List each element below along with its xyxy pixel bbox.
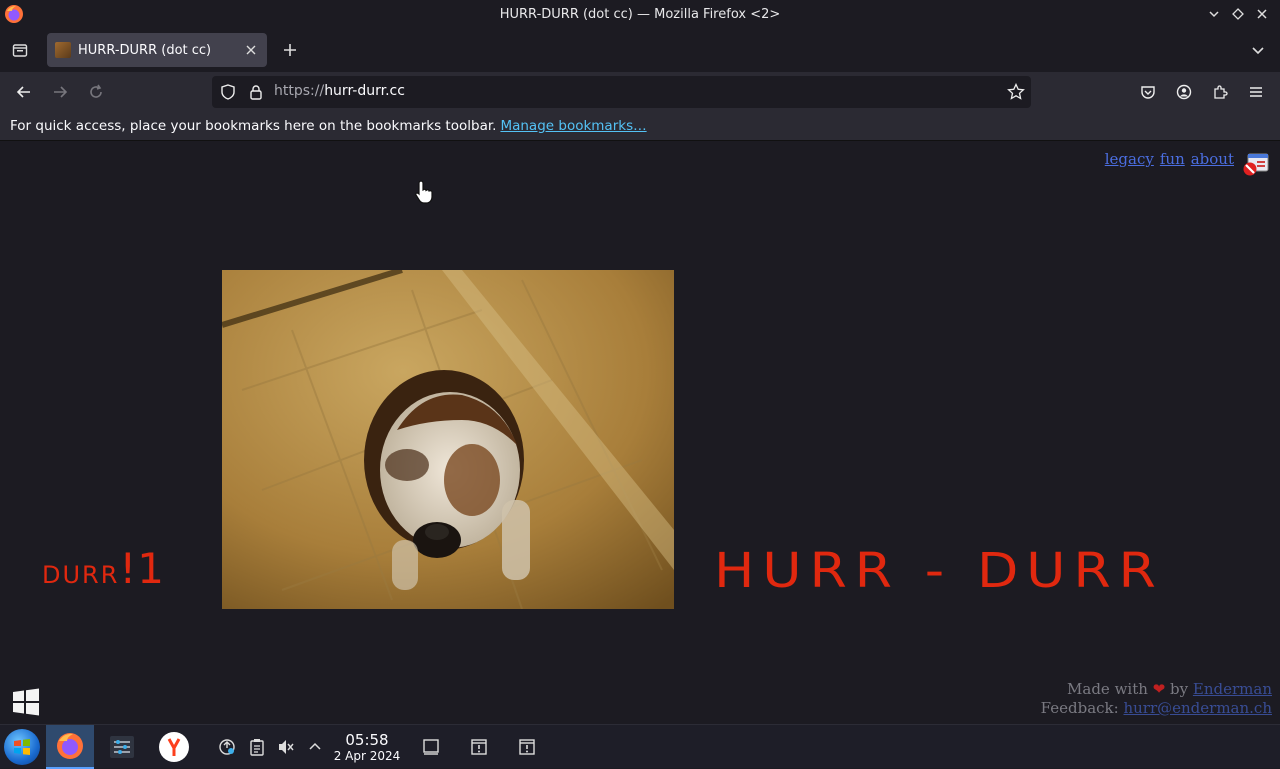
windows-logo-icon [13, 688, 39, 716]
heart-icon: ❤ [1152, 680, 1166, 698]
taskbar-yandex-browser[interactable] [150, 725, 198, 769]
manage-bookmarks-link[interactable]: Manage bookmarks… [500, 118, 646, 134]
maximize-button[interactable] [1228, 4, 1248, 24]
by-text: by [1170, 680, 1189, 698]
page-content: legacy fun about DURR!1 HURR - DURR Made… [0, 141, 1280, 724]
tray-notification-2[interactable] [517, 737, 537, 757]
navigation-toolbar: https://hurr-durr.cc [0, 72, 1280, 112]
lock-icon[interactable] [248, 84, 264, 100]
legacy-link[interactable]: legacy [1105, 150, 1154, 168]
about-link[interactable]: about [1191, 150, 1234, 168]
durr-lower-text: durr [42, 561, 120, 589]
arrow-right-icon [54, 86, 68, 98]
reload-button[interactable] [84, 80, 108, 104]
tray-notification-1[interactable] [469, 737, 489, 757]
windows-start-icon [14, 739, 30, 755]
reload-icon [90, 84, 102, 98]
forward-button[interactable] [48, 80, 72, 104]
clock-date: 2 Apr 2024 [333, 749, 401, 763]
arrow-left-icon [16, 86, 30, 98]
bulldog-video-image[interactable] [222, 270, 674, 609]
hand-cursor-icon [415, 180, 433, 204]
durr-text: durr!1 [42, 544, 165, 593]
desktop-icon [423, 739, 439, 755]
tray-expand-button[interactable] [305, 737, 325, 757]
tray-show-desktop[interactable] [421, 737, 441, 757]
feedback-email-link[interactable]: hurr@enderman.ch [1123, 699, 1272, 717]
volume-muted-icon [279, 740, 294, 754]
url-bar[interactable]: https://hurr-durr.cc [212, 76, 1031, 108]
chevron-down-icon [1252, 47, 1264, 55]
feedback-line: Feedback: hurr@enderman.ch [1041, 699, 1272, 718]
firefox-logo-icon [5, 5, 23, 23]
tab-close-button[interactable] [243, 42, 259, 58]
tab-title: HURR-DURR (dot cc) [78, 42, 212, 58]
firefox-view-button[interactable] [8, 38, 32, 62]
tray-network-update[interactable] [217, 737, 237, 757]
account-button[interactable] [1172, 80, 1196, 104]
bookmarks-toolbar: For quick access, place your bookmarks h… [0, 112, 1280, 141]
taskbar: 05:58 2 Apr 2024 [0, 688, 1280, 769]
tab-bar: HURR-DURR (dot cc) [0, 28, 1280, 72]
taskbar-system-settings[interactable] [98, 725, 146, 769]
firefox-icon [57, 733, 83, 759]
close-icon [246, 45, 256, 55]
bookmark-star-icon[interactable] [1007, 83, 1025, 101]
back-button[interactable] [12, 80, 36, 104]
page-footer: Made with ❤ by Enderman Feedback: hurr@e… [1041, 680, 1272, 718]
blocked-popup-icon[interactable] [1242, 151, 1270, 179]
diamond-icon [1232, 8, 1244, 20]
author-link[interactable]: Enderman [1193, 680, 1272, 698]
hamburger-menu-icon [1250, 87, 1262, 97]
clock-time: 05:58 [345, 731, 389, 749]
taskbar-firefox[interactable] [46, 725, 94, 769]
tray-clipboard[interactable] [247, 737, 267, 757]
yandex-icon [159, 732, 189, 762]
chevron-down-icon [1209, 11, 1219, 18]
durr-suffix-text: !1 [119, 544, 165, 593]
puzzle-icon [1214, 85, 1228, 99]
list-all-tabs-button[interactable] [1246, 38, 1270, 62]
made-with-line: Made with ❤ by Enderman [1041, 680, 1272, 699]
new-tab-button[interactable] [278, 38, 302, 62]
feedback-label: Feedback: [1040, 699, 1119, 717]
settings-sliders-icon [110, 736, 134, 758]
taskbar-clock[interactable]: 05:58 2 Apr 2024 [330, 731, 404, 763]
plus-icon [284, 44, 296, 56]
hurr-durr-headline: HURR - DURR [714, 543, 1164, 599]
close-window-button[interactable] [1252, 4, 1272, 24]
pocket-button[interactable] [1136, 80, 1160, 104]
fun-link[interactable]: fun [1160, 150, 1185, 168]
url-scheme: https:// [274, 83, 325, 99]
chevron-up-icon [309, 742, 321, 750]
app-menu-button[interactable] [1244, 80, 1268, 104]
notification-alert-icon [519, 739, 535, 755]
url-host: hurr-durr.cc [324, 83, 405, 99]
dog-favicon-icon [55, 42, 71, 58]
clipboard-icon [250, 739, 264, 756]
account-icon [1176, 84, 1192, 100]
url-text[interactable]: https://hurr-durr.cc [274, 83, 405, 99]
extensions-button[interactable] [1208, 80, 1232, 104]
tray-volume[interactable] [276, 737, 296, 757]
notification-alert-icon [471, 739, 487, 755]
start-menu-button[interactable] [4, 729, 40, 765]
made-with-text: Made with [1067, 680, 1148, 698]
close-icon [1257, 9, 1267, 19]
window-titlebar: HURR-DURR (dot cc) — Mozilla Firefox <2> [0, 0, 1280, 28]
minimize-button[interactable] [1204, 4, 1224, 24]
window-title: HURR-DURR (dot cc) — Mozilla Firefox <2> [499, 6, 781, 22]
shield-icon[interactable] [220, 84, 236, 100]
update-icon [219, 739, 235, 755]
tab-hurr-durr[interactable]: HURR-DURR (dot cc) [47, 33, 267, 67]
firefox-view-icon [12, 44, 28, 57]
bookmarks-empty-message: For quick access, place your bookmarks h… [10, 118, 497, 134]
pocket-icon [1141, 86, 1155, 99]
top-nav-links: legacy fun about [1105, 150, 1234, 168]
